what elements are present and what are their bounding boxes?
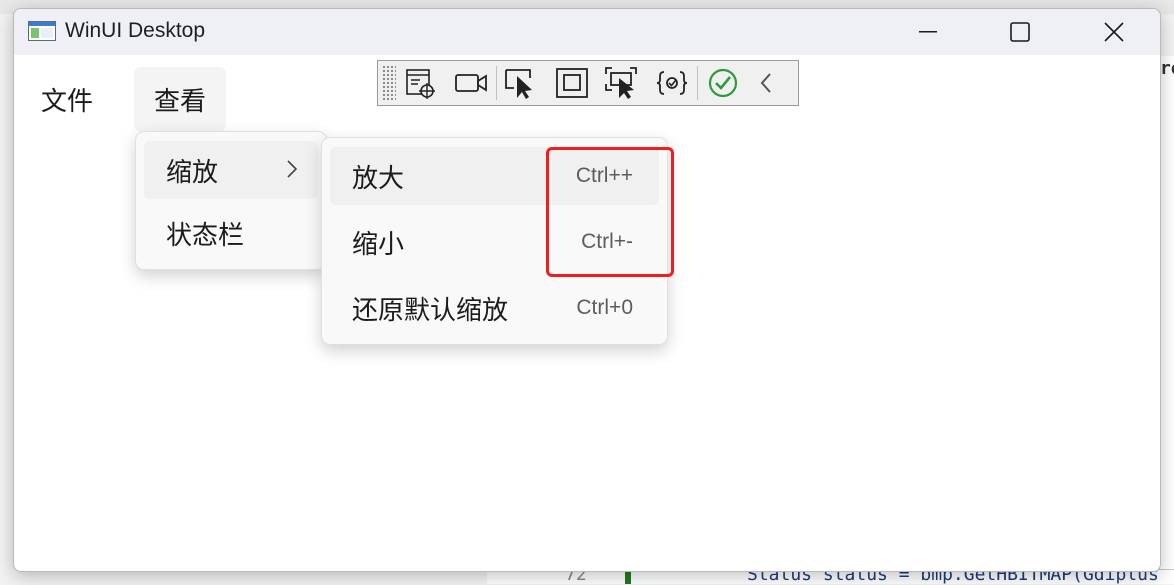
title-bar[interactable]: WinUI Desktop bbox=[14, 9, 1160, 55]
toolbar-grip[interactable] bbox=[382, 65, 396, 101]
annotation-highlight-box bbox=[546, 147, 674, 277]
xaml-debug-toolbar bbox=[377, 60, 799, 106]
app-window: WinUI Desktop 文件 查看 缩放 状态栏 放大 Ctrl++ 缩小 … bbox=[13, 8, 1161, 572]
chevron-right-icon bbox=[287, 160, 298, 178]
status-check-button[interactable] bbox=[698, 63, 748, 103]
display-icon bbox=[605, 67, 637, 99]
menu-item-reset-zoom[interactable]: 还原默认缩放 Ctrl+0 bbox=[330, 279, 659, 337]
menu-view[interactable]: 查看 bbox=[134, 67, 227, 131]
select-element-icon bbox=[406, 69, 435, 99]
display-layout-button[interactable] bbox=[597, 63, 647, 103]
maximize-icon bbox=[1010, 22, 1030, 42]
menu-item-label: 状态栏 bbox=[166, 220, 245, 251]
background-code-editor: re bbox=[1159, 56, 1174, 583]
menu-item-zoom[interactable]: 缩放 bbox=[144, 141, 318, 199]
binding-button[interactable] bbox=[647, 63, 697, 103]
pointer-select-button[interactable] bbox=[497, 63, 547, 103]
accelerator-label: Ctrl+0 bbox=[576, 296, 633, 319]
layout-adorner-button[interactable] bbox=[547, 63, 597, 103]
menu-item-label: 放大 bbox=[352, 163, 405, 194]
record-button[interactable] bbox=[446, 63, 496, 103]
menu-item-label: 缩小 bbox=[352, 229, 405, 260]
minimize-icon bbox=[919, 31, 937, 33]
layout-icon bbox=[556, 68, 588, 98]
maximize-button[interactable] bbox=[974, 9, 1066, 55]
check-icon bbox=[708, 68, 738, 98]
view-menu-flyout: 缩放 状态栏 bbox=[135, 131, 327, 270]
collapse-icon bbox=[760, 73, 771, 93]
menu-file[interactable]: 文件 bbox=[21, 67, 113, 131]
window-title: WinUI Desktop bbox=[65, 19, 206, 42]
close-icon bbox=[1104, 22, 1124, 42]
menu-item-label: 还原默认缩放 bbox=[352, 295, 509, 326]
close-button[interactable] bbox=[1068, 9, 1160, 55]
minimize-button[interactable] bbox=[882, 9, 974, 55]
select-element-button[interactable] bbox=[396, 63, 446, 103]
collapse-toolbar-button[interactable] bbox=[748, 63, 784, 103]
menu-item-statusbar[interactable]: 状态栏 bbox=[144, 204, 318, 262]
record-icon bbox=[455, 74, 487, 92]
menu-item-label: 缩放 bbox=[166, 157, 219, 188]
pointer-icon bbox=[505, 69, 532, 99]
binding-icon bbox=[656, 71, 688, 95]
window-app-icon bbox=[28, 21, 56, 41]
